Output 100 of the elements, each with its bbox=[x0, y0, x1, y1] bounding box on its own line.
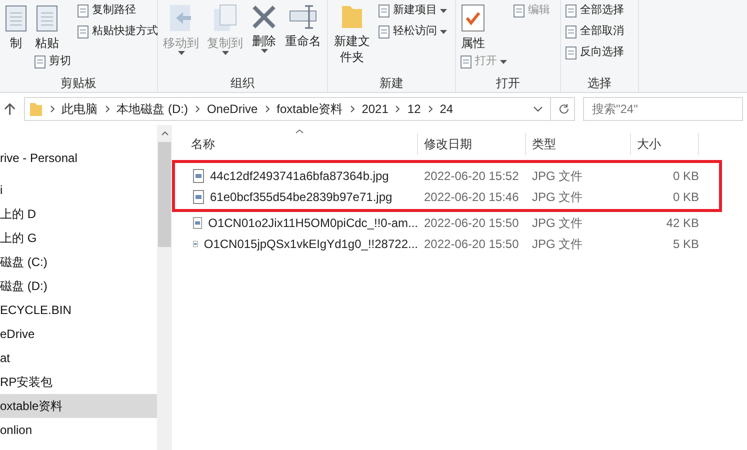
ribbon-button[interactable]: 属性 bbox=[458, 0, 488, 51]
file-size: 5 KB bbox=[672, 236, 699, 252]
column-header[interactable]: 修改日期 bbox=[418, 133, 526, 155]
file-name[interactable]: 61e0bcf355d54be2839b97e71.jpg bbox=[210, 188, 392, 206]
ribbon-button[interactable]: 粘贴 bbox=[32, 0, 62, 51]
group-label: 剪贴板 bbox=[60, 75, 96, 92]
chevron-right-icon bbox=[104, 105, 110, 113]
clipboard-icon bbox=[36, 4, 58, 32]
address-bar[interactable]: 此电脑 本地磁盘 (D:) OneDrive foxtable资料 2021 12 24 bbox=[24, 97, 575, 121]
chevron-down-icon[interactable] bbox=[533, 106, 543, 112]
breadcrumb[interactable]: 24 bbox=[440, 100, 454, 118]
column-header[interactable]: 名称 bbox=[185, 133, 418, 155]
file-row[interactable]: O1CN01o2Jix11H5OM0piCdc_!!0-am... 2022-06-20 15:50 JPG 文件 42 KB bbox=[172, 212, 722, 233]
ribbon-button[interactable]: 轻松访问 bbox=[376, 21, 449, 42]
nav-item[interactable]: 上的 G bbox=[0, 226, 157, 250]
scroll-up-icon[interactable] bbox=[160, 131, 168, 136]
document-icon bbox=[34, 54, 46, 68]
modified-date: 2022-06-20 15:46 bbox=[423, 188, 520, 206]
group-label: 选择 bbox=[588, 75, 612, 92]
file-type: JPG 文件 bbox=[531, 214, 584, 232]
file-type: JPG 文件 bbox=[531, 236, 584, 252]
chevron-right-icon bbox=[428, 105, 433, 113]
chevron-right-icon bbox=[264, 105, 270, 113]
clipboard-icon bbox=[5, 4, 27, 32]
ribbon-button[interactable]: 剪切 bbox=[32, 51, 73, 72]
chevron-right-icon bbox=[194, 105, 200, 113]
document-icon bbox=[565, 24, 577, 38]
ribbon-button[interactable]: 新建项目 bbox=[376, 0, 449, 21]
breadcrumb[interactable]: foxtable资料 bbox=[276, 100, 343, 118]
document-icon bbox=[460, 54, 472, 68]
file-name[interactable]: O1CN01o2Jix11H5OM0piCdc_!!0-am... bbox=[208, 214, 418, 232]
nav-item[interactable]: onlion bbox=[0, 418, 157, 442]
file-row[interactable]: 44c12df2493741a6bfa87364b.jpg 2022-06-20 15:52 JPG 文件 0 KB bbox=[172, 160, 722, 186]
up-arrow-icon[interactable] bbox=[4, 102, 16, 116]
ribbon-button[interactable]: 删除 bbox=[248, 0, 280, 53]
document-icon bbox=[378, 4, 390, 18]
breadcrumb[interactable]: 本地磁盘 (D:) bbox=[116, 100, 188, 118]
ribbon-button[interactable]: 反向选择 bbox=[563, 42, 626, 63]
copy-documents-icon bbox=[212, 4, 238, 32]
sort-up-icon bbox=[295, 129, 304, 134]
breadcrumb[interactable]: OneDrive bbox=[206, 100, 258, 118]
caret-icon bbox=[260, 49, 268, 53]
file-type: JPG 文件 bbox=[531, 168, 584, 184]
caret-icon bbox=[440, 30, 447, 34]
image-file-icon bbox=[193, 216, 202, 230]
ribbon-button[interactable]: 全部选择 bbox=[563, 0, 626, 21]
folder-icon bbox=[340, 4, 364, 30]
folder-icon bbox=[28, 102, 43, 116]
ribbon-button[interactable]: 新建文件夹 bbox=[330, 0, 374, 65]
nav-item[interactable]: at bbox=[0, 346, 157, 370]
image-file-icon bbox=[193, 190, 204, 204]
document-icon bbox=[565, 46, 577, 60]
nav-item[interactable]: 磁盘 (D:) bbox=[0, 274, 157, 298]
column-header[interactable]: 类型 bbox=[526, 133, 631, 155]
caret-icon bbox=[222, 51, 228, 55]
cross-icon bbox=[251, 4, 277, 30]
nav-item[interactable]: ECYCLE.BIN bbox=[0, 298, 157, 322]
nav-item[interactable]: RP安装包 bbox=[0, 370, 157, 394]
scrollbar-thumb[interactable] bbox=[158, 142, 171, 247]
caret-icon bbox=[500, 60, 507, 64]
nav-item[interactable]: rive - Personal bbox=[0, 146, 157, 170]
ribbon-button[interactable]: 全部取消 bbox=[563, 21, 626, 42]
ribbon-button[interactable]: 粘贴快捷方式 bbox=[75, 21, 160, 42]
modified-date: 2022-06-20 15:50 bbox=[423, 236, 520, 252]
modified-date: 2022-06-20 15:50 bbox=[423, 214, 520, 232]
group-label: 组织 bbox=[230, 75, 254, 92]
caret-icon bbox=[440, 8, 447, 12]
image-file-icon bbox=[193, 168, 204, 182]
modified-date: 2022-06-20 15:52 bbox=[423, 168, 520, 184]
column-header[interactable]: 大小 bbox=[631, 133, 699, 155]
nav-item[interactable]: eDrive bbox=[0, 322, 157, 346]
file-size: 0 KB bbox=[672, 168, 699, 184]
document-icon bbox=[565, 4, 577, 18]
rename-icon bbox=[289, 4, 317, 30]
document-icon bbox=[77, 4, 89, 18]
ribbon-button[interactable]: 制 bbox=[2, 0, 30, 51]
ribbon-button[interactable]: 重命名 bbox=[282, 0, 324, 49]
breadcrumb[interactable]: 此电脑 bbox=[62, 100, 98, 118]
nav-item[interactable]: i bbox=[0, 178, 157, 202]
document-icon bbox=[77, 24, 89, 38]
file-name[interactable]: 44c12df2493741a6bfa87364b.jpg bbox=[210, 166, 389, 184]
file-row[interactable]: 61e0bcf355d54be2839b97e71.jpg 2022-06-20 15:46 JPG 文件 0 KB bbox=[172, 186, 722, 212]
breadcrumb[interactable]: 2021 bbox=[362, 100, 388, 118]
file-size: 0 KB bbox=[672, 188, 699, 206]
nav-item[interactable]: oxtable资料 bbox=[0, 394, 157, 418]
breadcrumb[interactable]: 12 bbox=[407, 100, 421, 118]
nav-item[interactable]: 磁盘 (C:) bbox=[0, 250, 157, 274]
document-icon bbox=[378, 24, 390, 38]
scrollbar[interactable] bbox=[157, 125, 172, 450]
nav-item[interactable]: 上的 D bbox=[0, 202, 157, 226]
file-name[interactable]: O1CN015jpQSx1vkEIgYd1g0_!!28722... bbox=[204, 234, 418, 252]
ribbon-button[interactable]: 复制路径 bbox=[75, 0, 138, 21]
file-row[interactable]: O1CN015jpQSx1vkEIgYd1g0_!!28722... 2022-06-20 15:50 JPG 文件 5 KB bbox=[172, 233, 722, 254]
chevron-right-icon bbox=[50, 105, 55, 113]
group-label: 新建 bbox=[380, 75, 404, 92]
refresh-icon[interactable] bbox=[558, 103, 570, 115]
search-field[interactable]: 搜索"24" bbox=[583, 97, 743, 121]
chevron-right-icon bbox=[395, 105, 400, 113]
caret-icon bbox=[178, 51, 184, 55]
group-label: 打开 bbox=[496, 75, 520, 92]
